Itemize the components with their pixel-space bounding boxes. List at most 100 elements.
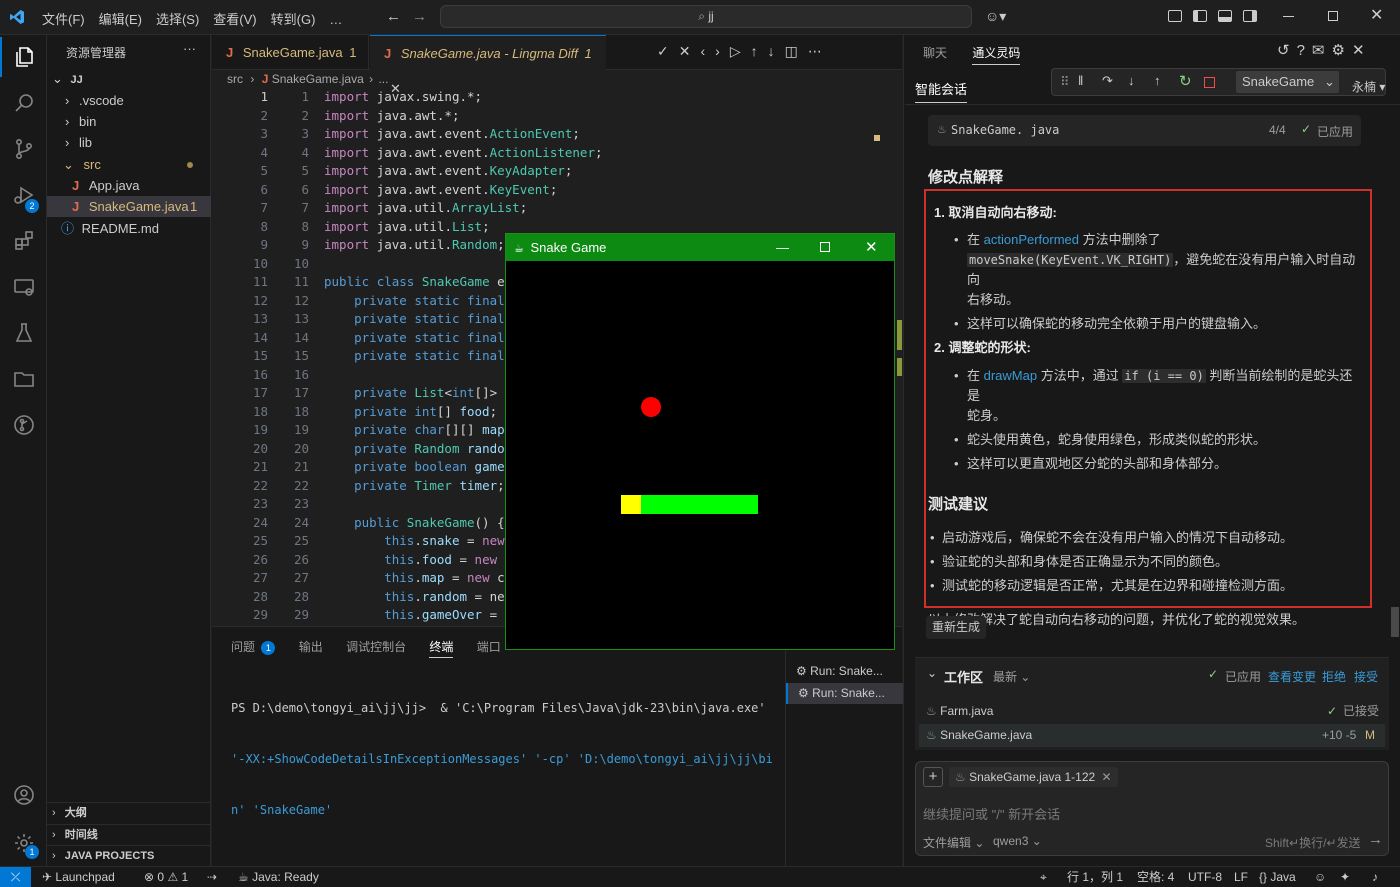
breadcrumb-src[interactable]: src (227, 72, 243, 86)
accept-check-icon[interactable]: ✓ (657, 43, 679, 59)
menu-more[interactable]: … (329, 12, 342, 27)
tree-item-snakegame-java[interactable]: J SnakeGame.java 1 (47, 196, 211, 217)
accept-link[interactable]: 接受 (1354, 668, 1378, 685)
user-name[interactable]: 永楠 ▾ (1352, 78, 1385, 95)
history-icon[interactable]: ↺ (1277, 42, 1297, 59)
section-timeline[interactable]: › 时间线 (47, 824, 211, 845)
customize-layout-icon[interactable] (1168, 10, 1182, 22)
cursor-position[interactable]: 行 1，列 1 (1067, 867, 1123, 887)
menu-selection[interactable]: 选择(S) (156, 9, 199, 28)
tab-tongyi[interactable]: 通义灵码 (972, 46, 1021, 65)
menu-view[interactable]: 查看(V) (213, 9, 256, 28)
terminal-item-active[interactable]: ⚙ Run: Snake... (786, 683, 903, 704)
arrow-up-icon[interactable]: ↑ (751, 43, 768, 59)
tree-item-vscode[interactable]: › .vscode (47, 90, 211, 111)
drag-grip-icon[interactable]: ⠿ (1060, 74, 1070, 90)
context-chip[interactable]: ♨ SnakeGame.java 1-122 ✕ (949, 767, 1118, 787)
snake-close-icon[interactable]: ✕ (865, 234, 878, 261)
view-changes-link[interactable]: 查看变更 (1268, 668, 1316, 685)
close-chip-icon[interactable]: ✕ (1102, 770, 1112, 784)
split-editor-icon[interactable]: ◫ (785, 43, 808, 59)
tab-output[interactable]: 输出 (299, 640, 323, 654)
toggle-sidebar-icon[interactable] (1193, 10, 1207, 22)
scrollbar-thumb[interactable] (1391, 607, 1399, 637)
bell-icon[interactable]: ♪ (1372, 867, 1378, 887)
tree-item-src[interactable]: ⌄ src (47, 154, 211, 175)
session-tab[interactable]: 智能会话 (915, 79, 968, 103)
copilot-status-icon[interactable]: ☺ (1314, 867, 1326, 887)
section-outline[interactable]: › 大纲 (47, 802, 211, 823)
restart-icon[interactable]: ↻ (1179, 72, 1192, 90)
file-card[interactable]: ♨ SnakeGame. java 4/4 ✓ 已应用 (928, 115, 1361, 146)
workspace-file-row[interactable]: ♨ SnakeGame.java +10 -5 M (919, 724, 1385, 747)
arrow-down-icon[interactable]: ↓ (768, 43, 785, 59)
stop-icon[interactable] (1204, 77, 1215, 88)
section-java-projects[interactable]: › JAVA PROJECTS (47, 845, 211, 866)
remote-explorer-icon[interactable] (0, 267, 47, 307)
model-select[interactable]: qwen3 ⌄ (993, 834, 1042, 848)
indentation[interactable]: 空格: 4 (1137, 867, 1174, 887)
snake-maximize-icon[interactable] (820, 242, 830, 252)
reject-link[interactable]: 拒绝 (1322, 668, 1346, 685)
problems-status[interactable]: ⊗ 0 ⚠ 1 (144, 867, 188, 887)
encoding[interactable]: UTF-8 (1188, 867, 1222, 887)
launchpad-item[interactable]: ✈ Launchpad (42, 867, 115, 887)
tab-snakegame-java[interactable]: J SnakeGame.java 1 (212, 35, 369, 70)
prev-change-icon[interactable]: ‹ (700, 43, 715, 59)
tab-terminal[interactable]: 终端 (429, 640, 454, 658)
end-of-line[interactable]: LF (1234, 867, 1248, 887)
search-icon[interactable] (0, 83, 47, 123)
run-play-icon[interactable]: ▷ (730, 43, 751, 59)
regenerate-button[interactable]: 重新生成 (926, 616, 987, 639)
testing-icon[interactable] (0, 313, 47, 353)
chat-input-placeholder[interactable]: 继续提问或 "/" 新开会话 (923, 804, 1060, 823)
settings-icon[interactable]: ⚙ (1332, 42, 1352, 59)
chevron-down-icon[interactable]: ⌄ (927, 666, 937, 680)
restore-icon[interactable] (1328, 11, 1338, 21)
tree-item-readme[interactable]: ⓘ README.md (47, 218, 211, 239)
reject-x-icon[interactable]: ✕ (679, 43, 701, 59)
language-mode[interactable]: {} Java (1259, 867, 1296, 887)
help-icon[interactable]: ? (1297, 42, 1312, 59)
settings-gear-icon[interactable]: 1 (0, 823, 47, 863)
pause-icon[interactable]: ‖ (1078, 73, 1083, 88)
breadcrumb-file[interactable]: SnakeGame.java (272, 72, 364, 86)
step-into-icon[interactable]: ↓ (1128, 73, 1135, 88)
step-out-icon[interactable]: ↑ (1154, 73, 1161, 88)
lingma-status-icon[interactable]: ✦ (1340, 867, 1350, 887)
tree-root[interactable]: ⌄ JJ (47, 68, 211, 89)
run-debug-icon[interactable]: 2 (0, 175, 47, 215)
menu-file[interactable]: 文件(F) (42, 9, 85, 28)
java-status[interactable]: ☕ Java: Ready (238, 867, 319, 887)
toggle-secondary-sidebar-icon[interactable] (1243, 10, 1257, 22)
copilot-icon[interactable]: ☺▾ (985, 8, 1006, 25)
menu-go[interactable]: 转到(G) (271, 9, 316, 28)
close-panel-icon[interactable]: ✕ (1352, 42, 1372, 59)
terminal-item[interactable]: ⚙ Run: Snake... (786, 661, 903, 682)
tab-chat[interactable]: 聊天 (923, 46, 947, 60)
step-over-icon[interactable]: ↷ (1102, 73, 1113, 89)
toggle-panel-icon[interactable] (1218, 10, 1232, 22)
account-icon[interactable] (0, 775, 47, 815)
minimize-icon[interactable] (1283, 16, 1294, 17)
forward-arrow-icon[interactable]: → (412, 8, 427, 25)
send-arrow-icon[interactable]: → (1368, 831, 1383, 848)
terminal-output[interactable]: PS D:\demo\tongyi_ai\jj\jj> & 'C:\Progra… (231, 666, 773, 853)
extensions-icon[interactable] (0, 221, 47, 261)
p1-a-link[interactable]: actionPerformed (984, 232, 1079, 247)
debug-status-icon[interactable]: ⇢ (207, 867, 217, 887)
remote-indicator-icon[interactable]: ⤫ (0, 867, 31, 887)
more-actions-icon[interactable]: ⋯ (808, 43, 832, 59)
p2-a-link[interactable]: drawMap (984, 368, 1037, 383)
git-graph-icon[interactable] (0, 405, 47, 445)
tree-item-bin[interactable]: › bin (47, 111, 211, 132)
menu-edit[interactable]: 编辑(E) (99, 9, 142, 28)
source-control-icon[interactable] (0, 129, 47, 169)
tab-lingma-diff[interactable]: J SnakeGame.java - Lingma Diff 1 ✕ (370, 35, 606, 96)
feedback-icon[interactable]: ✉ (1312, 42, 1332, 59)
location-pin-icon[interactable]: ⌖ (1040, 867, 1047, 887)
tree-item-lib[interactable]: › lib (47, 132, 211, 153)
workspace-filter[interactable]: 最新 ⌄ (993, 668, 1030, 685)
files-icon[interactable] (0, 37, 47, 77)
tab-ports[interactable]: 端口 (477, 640, 501, 654)
